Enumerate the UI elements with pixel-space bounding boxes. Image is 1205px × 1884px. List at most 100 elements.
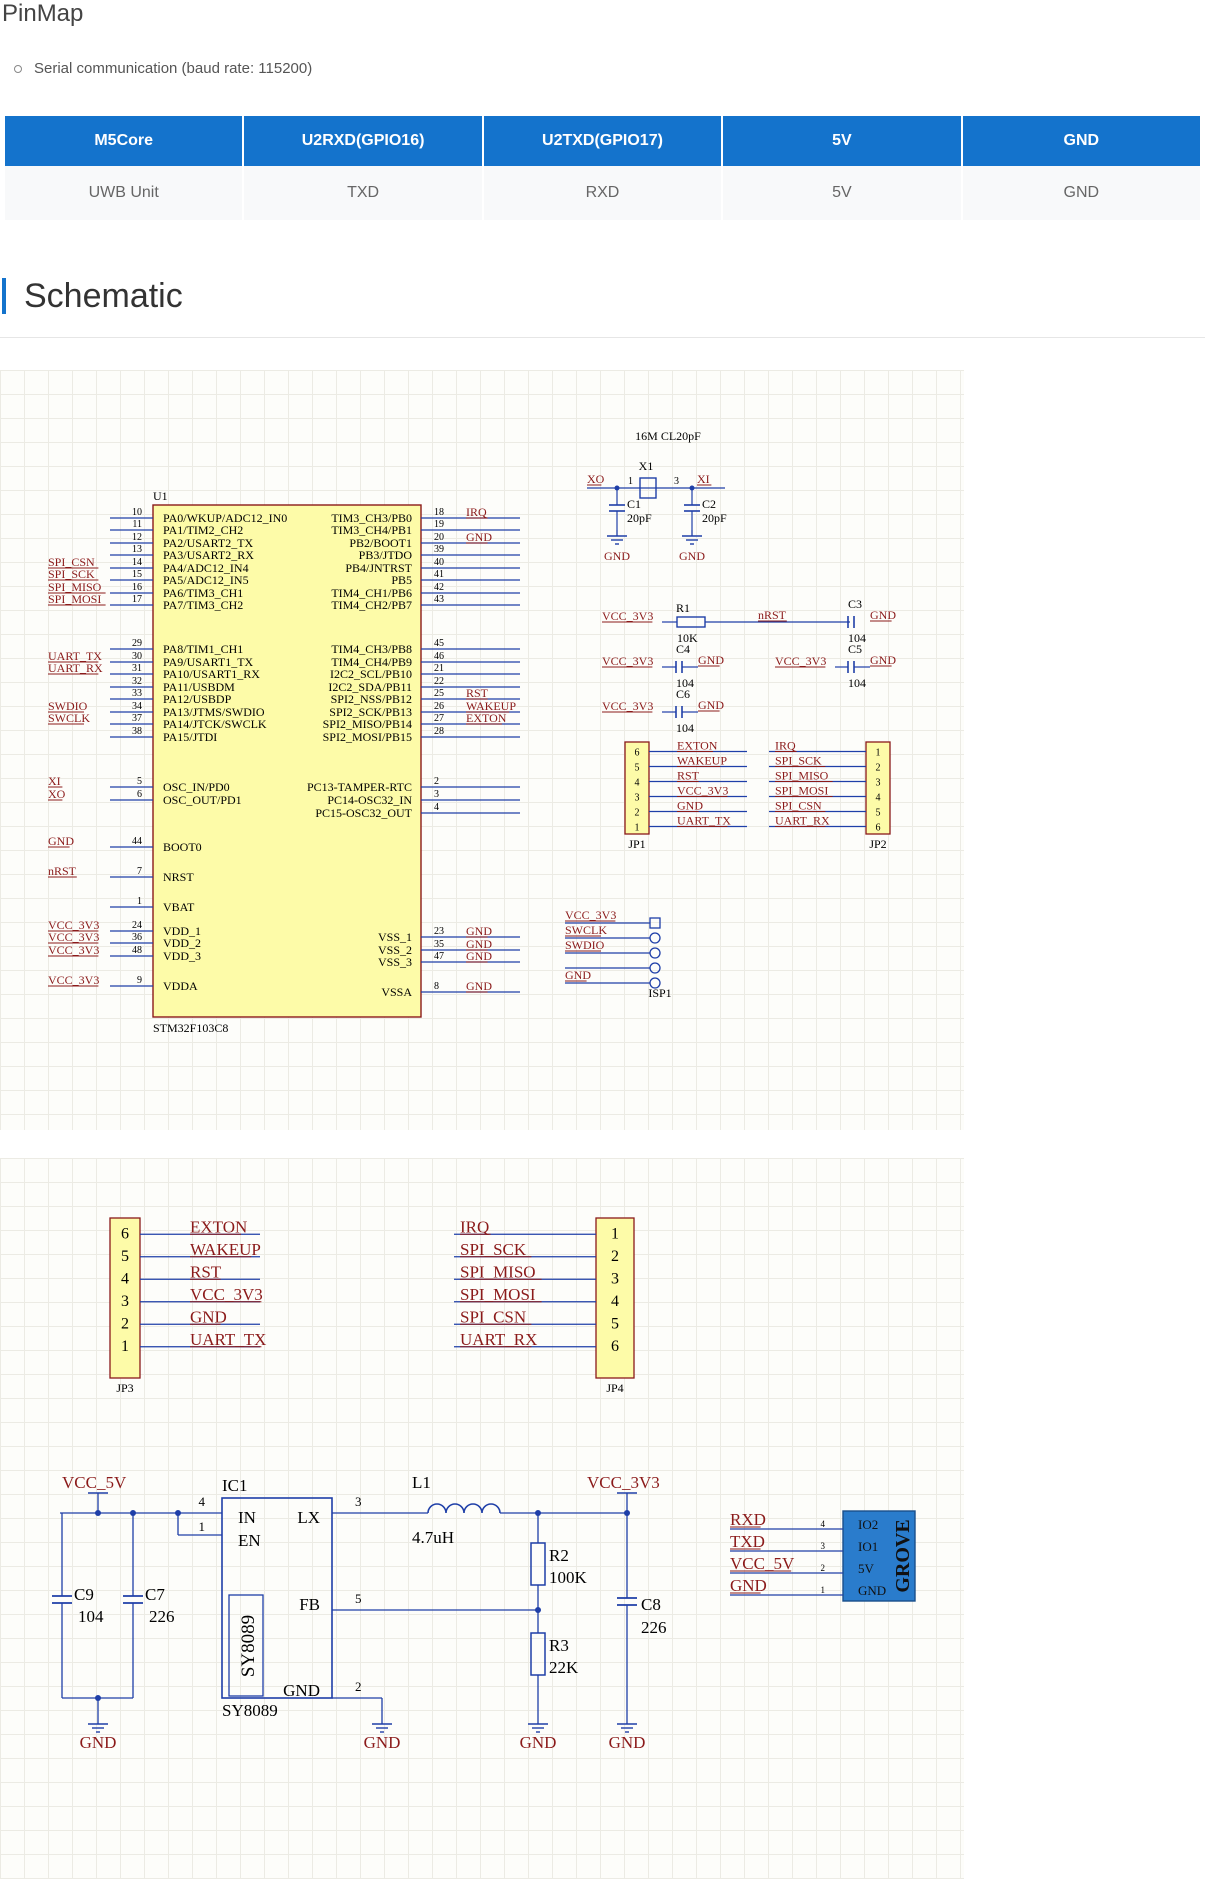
jp2-pin-number: 2 — [876, 763, 881, 774]
gnd-label: GND — [679, 549, 705, 563]
pin-name: OSC_IN/PD0 — [163, 780, 230, 794]
pin-number: 32 — [132, 676, 142, 687]
net-gnd: GND — [870, 608, 896, 622]
isp-net: SWDIO — [565, 938, 605, 952]
r1-designator: R1 — [676, 601, 690, 615]
schematic-main-image: U1 STM32F103C8 10 PA0/WKUP/ADC12_IN0 11 PA1/T… — [0, 370, 964, 1130]
grove-pin-name: IO1 — [858, 1539, 878, 1554]
jp1-net: GND — [677, 799, 703, 813]
jp1-net: WAKEUP — [677, 754, 727, 768]
pin-name: OSC_OUT/PD1 — [163, 793, 242, 807]
pin-number: 41 — [434, 569, 444, 580]
pin-name: VDDA — [163, 979, 198, 993]
pin-name: VDD_3 — [163, 949, 201, 963]
pin-number: 45 — [434, 638, 444, 649]
pin-name: PA3/USART2_RX — [163, 548, 254, 562]
jp3-net: UART_TX — [190, 1330, 266, 1349]
net-spi_mosi: SPI_MOSI — [48, 592, 101, 606]
pin-number: 18 — [434, 507, 444, 518]
pin-number: 7 — [137, 866, 142, 877]
pin-number: 28 — [434, 726, 444, 737]
pin-name: PC14-OSC32_IN — [327, 793, 412, 807]
crystal-designator: X1 — [639, 459, 654, 473]
cap-value: 104 — [78, 1607, 104, 1626]
grove-pin-name: IO2 — [858, 1517, 878, 1532]
pin-number: 19 — [434, 519, 444, 530]
pin-name: TIM4_CH3/PB8 — [331, 642, 412, 656]
jp4-designator: JP4 — [606, 1381, 623, 1395]
net-vcc: VCC_3V3 — [602, 609, 653, 623]
net-vcc_3v3: VCC_3V3 — [48, 943, 99, 957]
c1-designator: C1 — [627, 497, 641, 511]
pin-number: 4 — [434, 802, 439, 813]
l1-value: 4.7uH — [412, 1528, 454, 1547]
net-nrst: nRST — [758, 608, 787, 622]
ic-designator: IC1 — [222, 1476, 248, 1495]
c5-designator: C5 — [848, 642, 862, 656]
pin-name: TIM3_CH4/PB1 — [331, 523, 412, 537]
pin-name: NRST — [163, 870, 194, 884]
pin-number: 14 — [132, 557, 142, 568]
pin-name: PC13-TAMPER-RTC — [307, 780, 412, 794]
net-gnd: GND — [48, 834, 74, 848]
pinmap-cell-0: UWB Unit — [5, 166, 243, 220]
cap-designator: C4 — [676, 642, 690, 656]
ic-body-label: SY8089 — [238, 1615, 259, 1677]
jp1-net: UART_TX — [677, 814, 731, 828]
grove-net: VCC_5V — [730, 1554, 795, 1573]
pin-number: 26 — [434, 701, 444, 712]
ic-pin-lx: LX — [297, 1508, 320, 1527]
pin-name: PA15/JTDI — [163, 730, 217, 744]
jp3-net: EXTON — [190, 1217, 247, 1236]
pin-number: 48 — [132, 945, 142, 956]
net-vcc_3v3: VCC_3V3 — [48, 973, 99, 987]
pin-number: 1 — [137, 896, 142, 907]
c2-value: 20pF — [702, 511, 727, 525]
net-irq: IRQ — [466, 505, 487, 519]
grove-pin-number: 2 — [821, 1563, 826, 1573]
pin-number: 12 — [132, 532, 142, 543]
r3-value: 22K — [549, 1658, 579, 1677]
c1-value: 20pF — [627, 511, 652, 525]
cap-designator: C6 — [676, 687, 690, 701]
pin-name: BOOT0 — [163, 840, 202, 854]
pin-number: 46 — [434, 651, 444, 662]
jp3-pin-number: 3 — [121, 1293, 129, 1310]
net-gnd: GND — [466, 924, 492, 938]
pin-number: 34 — [132, 701, 142, 712]
pin-name: VBAT — [163, 900, 195, 914]
schematic-heading: Schematic — [2, 278, 183, 314]
heading-divider — [0, 337, 1205, 338]
c8-designator: C8 — [641, 1595, 661, 1614]
pin-name: SPI2_MISO/PB14 — [323, 717, 412, 731]
pin-number: 35 — [434, 939, 444, 950]
grove-net: TXD — [730, 1532, 765, 1551]
jp1-pin-number: 6 — [635, 748, 640, 759]
pin-number: 22 — [434, 676, 444, 687]
schematic-connectors-svg: 6 EXTON 5 WAKEUP 4 RST 3 VCC_3V3 2 GND 1 UART_TX JP3… — [52, 1217, 916, 1752]
pin-number: 15 — [132, 569, 142, 580]
isp-pad — [649, 947, 661, 959]
pin-name: SPI2_NSS/PB12 — [331, 692, 412, 706]
jp3-net: RST — [190, 1262, 222, 1281]
grove-net: GND — [730, 1576, 767, 1595]
jp2-pin-number: 5 — [876, 808, 881, 819]
cap-value: 104 — [676, 721, 694, 735]
pin-number: 13 — [132, 544, 142, 555]
r1-body — [676, 616, 706, 628]
net-swclk: SWCLK — [48, 711, 90, 725]
pin-number: 25 — [434, 688, 444, 699]
ic-pin-in: IN — [238, 1508, 256, 1527]
crystal-pin1: 1 — [628, 476, 633, 487]
isp-pad — [649, 917, 661, 929]
c3-designator: C3 — [848, 597, 862, 611]
l1-designator: L1 — [412, 1473, 431, 1492]
pin-number: 44 — [132, 836, 142, 847]
net-spi_sck: SPI_SCK — [48, 567, 95, 581]
jp1-pin-number: 5 — [635, 763, 640, 774]
jp2-net: SPI_MOSI — [775, 784, 828, 798]
jp1-net: VCC_3V3 — [677, 784, 728, 798]
bullet-icon — [14, 64, 22, 73]
pin-number: 36 — [132, 932, 142, 943]
jp1-pin-number: 3 — [635, 793, 640, 804]
